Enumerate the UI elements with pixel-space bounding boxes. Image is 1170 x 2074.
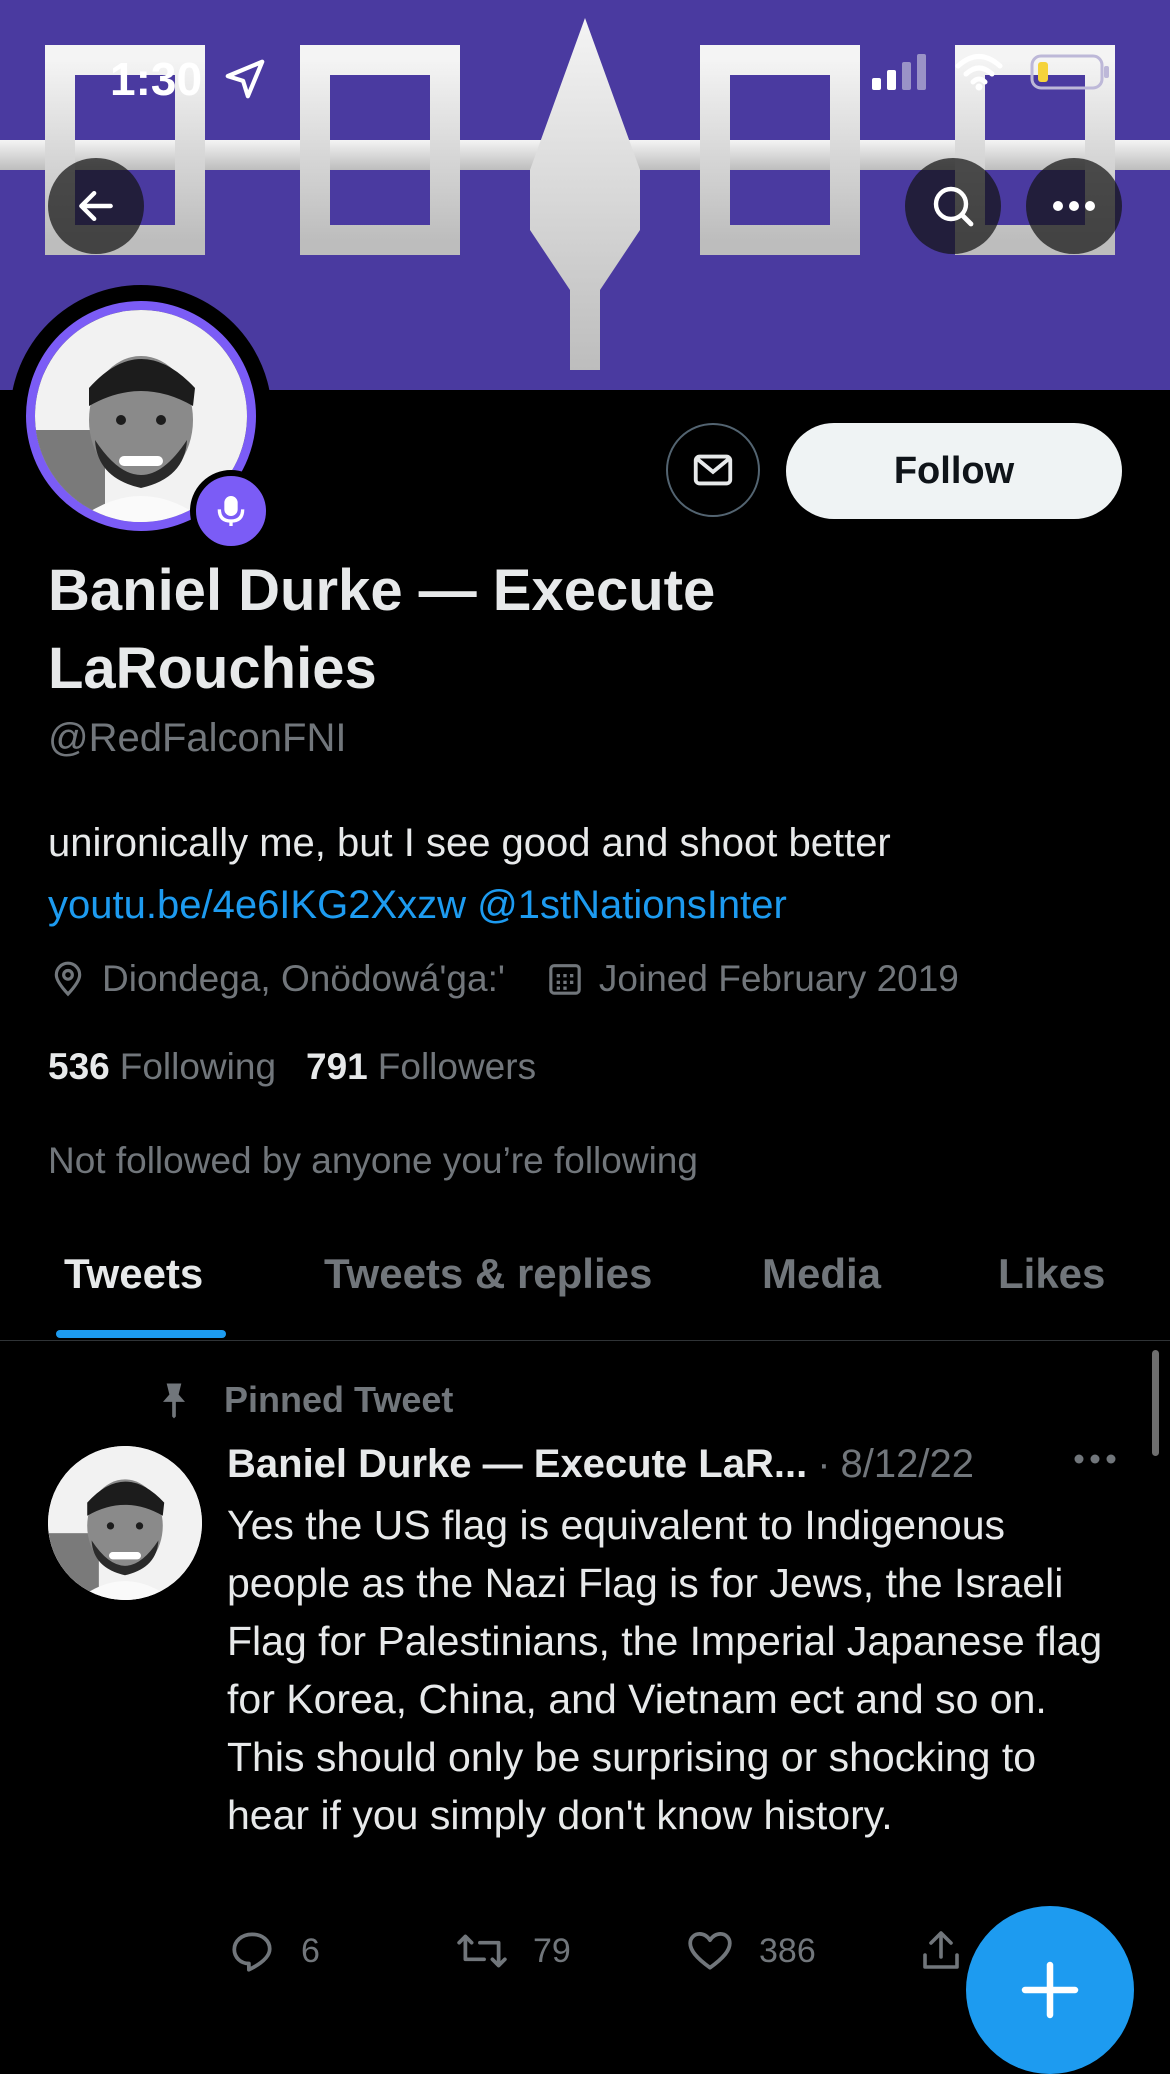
tweet-author[interactable]: Baniel Durke — Execute LaR... [227, 1442, 807, 1487]
search-button[interactable] [905, 158, 1001, 254]
compose-tweet-button[interactable] [966, 1906, 1134, 2074]
retweet-button[interactable]: 79 [455, 1926, 685, 1976]
retweet-icon [457, 1934, 507, 1968]
wifi-icon [955, 54, 1003, 91]
bio-mention[interactable]: @1stNationsInter [477, 883, 787, 927]
arrow-left-icon [79, 190, 113, 222]
tab-likes[interactable]: Likes [998, 1250, 1105, 1298]
followers-count: 791 [306, 1046, 368, 1087]
active-tab-indicator [56, 1330, 226, 1338]
tab-media[interactable]: Media [762, 1250, 881, 1298]
share-icon [923, 1931, 959, 1969]
location: Diondega, Onödowá'ga:' [48, 958, 505, 1000]
bio-text: unironically me, but I see good and shoo… [48, 821, 891, 865]
tab-tweets[interactable]: Tweets [64, 1250, 203, 1298]
joined-date: Joined February 2019 [545, 958, 959, 1000]
like-count: 386 [759, 1931, 816, 1970]
follow-counts: 536 Following 791 Followers [48, 1046, 536, 1088]
reply-button[interactable]: 6 [227, 1926, 455, 1976]
bio: unironically me, but I see good and shoo… [48, 812, 1128, 936]
search-icon [933, 186, 974, 227]
like-button[interactable]: 386 [685, 1926, 917, 1976]
following-link[interactable]: 536 Following [48, 1046, 276, 1088]
tweet-more-icon[interactable] [1072, 1452, 1118, 1466]
location-arrow-icon [225, 59, 265, 99]
spaces-badge[interactable] [190, 470, 272, 552]
follow-button[interactable]: Follow [786, 423, 1122, 519]
reply-icon [232, 1932, 272, 1972]
tweet-header: Baniel Durke — Execute LaR... · 8/12/22 [227, 1442, 1117, 1487]
pin-icon [163, 1383, 185, 1419]
status-time: 1:30 [110, 53, 203, 105]
microphone-icon [217, 496, 245, 526]
status-indicators [872, 52, 1110, 92]
more-button[interactable] [1026, 158, 1122, 254]
handle: @RedFalconFNI [48, 716, 347, 760]
tweet-date[interactable]: 8/12/22 [841, 1442, 974, 1487]
reply-count: 6 [301, 1931, 320, 1970]
followers-label: Followers [377, 1046, 537, 1087]
location-pin-icon [54, 961, 82, 997]
scrollbar[interactable] [1152, 1350, 1159, 1456]
share-button[interactable] [917, 1927, 965, 1975]
pinned-text: Pinned Tweet [224, 1379, 454, 1420]
heart-icon [688, 1932, 732, 1970]
profile-meta: Diondega, Onödowá'ga:' Joined February 2… [48, 958, 999, 1000]
mail-icon [693, 454, 733, 486]
bio-link[interactable]: youtu.be/4e6IKG2Xxzw [48, 883, 466, 927]
display-name: Baniel Durke — Execute LaRouchies [48, 558, 716, 701]
plus-icon [1021, 1961, 1079, 2019]
battery-icon [1030, 54, 1109, 90]
tab-tweets-replies[interactable]: Tweets & replies [324, 1250, 652, 1298]
tweet-text: Yes the US flag is equivalent to Indigen… [227, 1502, 1103, 1838]
tweet-avatar[interactable] [48, 1446, 202, 1600]
not-followed-text: Not followed by anyone you’re following [48, 1140, 698, 1181]
tweet-actions: 6 79 386 [227, 1926, 965, 1976]
separator-dot: · [817, 1442, 831, 1486]
back-button[interactable] [48, 158, 144, 254]
followers-link[interactable]: 791 Followers [306, 1046, 536, 1088]
calendar-icon [549, 964, 581, 995]
following-count: 536 [48, 1046, 110, 1087]
location-text: Diondega, Onödowá'ga:' [102, 958, 505, 999]
message-button[interactable] [666, 423, 760, 517]
pinned-label: Pinned Tweet [152, 1378, 453, 1422]
retweet-count: 79 [533, 1931, 571, 1970]
avatar-photo [48, 1446, 202, 1600]
joined-text: Joined February 2019 [598, 958, 959, 999]
following-label: Following [119, 1046, 277, 1087]
signal-icon [872, 54, 926, 90]
profile-tabs: Tweets Tweets & replies Media Likes [0, 1232, 1170, 1341]
more-icon [1053, 201, 1095, 211]
